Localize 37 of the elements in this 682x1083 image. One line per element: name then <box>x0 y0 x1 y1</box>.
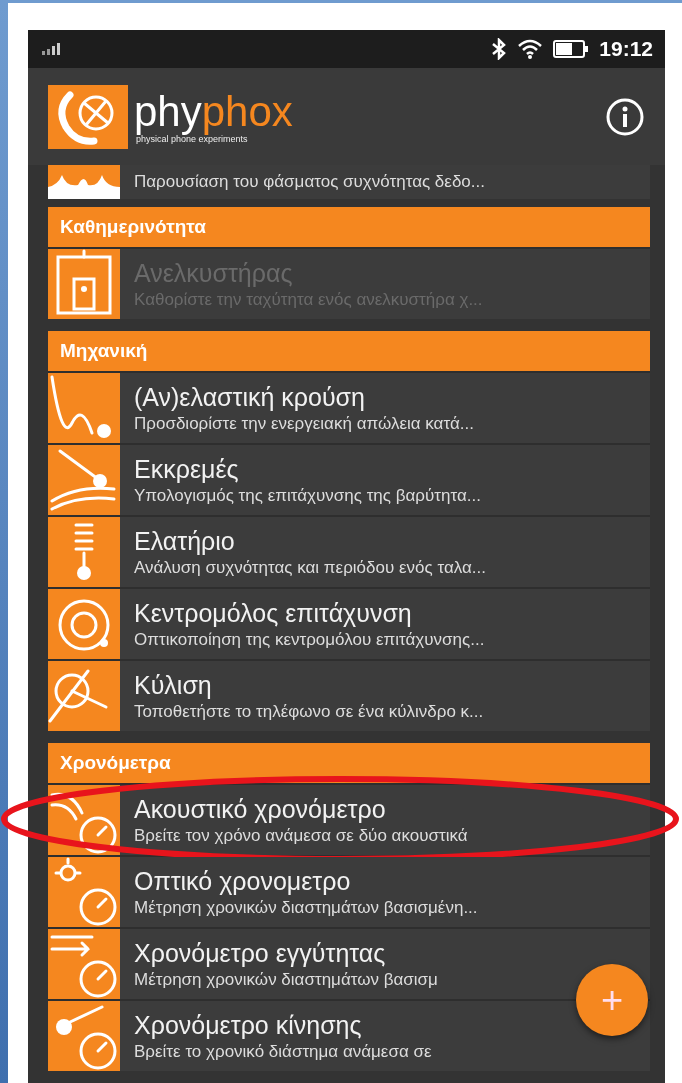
experiment-item[interactable]: Ελατήριο Ανάλυση συχνότητας και περιόδου ενός ταλα... <box>48 517 650 587</box>
bluetooth-icon <box>491 38 508 60</box>
experiment-item[interactable]: Οπτικό χρονομετρο Μέτρηση χρονικών διαστημάτων βασισμένη... <box>48 857 650 927</box>
experiment-icon <box>48 249 120 319</box>
info-icon[interactable] <box>605 96 645 137</box>
experiment-item[interactable]: Ακουστικό χρονόμετρο Βρείτε τον χρόνο ανάμεσα σε δύο ακουστικά <box>48 785 650 855</box>
experiment-icon <box>48 445 120 515</box>
logo-icon <box>48 84 128 149</box>
experiment-item[interactable]: Εκκρεμές Υπολογισμός της επιτάχυνσης της βαρύτητα... <box>48 445 650 515</box>
experiment-description: Βρείτε το χρονικό διάστημα ανάμεσα σε <box>134 1041 432 1062</box>
experiment-icon <box>48 589 120 659</box>
section-header: Μηχανική <box>48 331 650 371</box>
experiment-icon <box>48 661 120 731</box>
experiment-item[interactable]: (Αν)ελαστική κρούση Προσδιορίστε την ενεργειακή απώλεια κατά... <box>48 373 650 443</box>
experiment-description: Μέτρηση χρονικών διαστημάτων βασισμένη... <box>134 897 478 918</box>
experiment-icon <box>48 1001 120 1071</box>
wifi-icon <box>517 38 544 60</box>
battery-icon <box>553 39 590 59</box>
status-time: 19:12 <box>599 37 653 61</box>
experiment-description: Προσδιορίστε την ενεργειακή απώλεια κατά... <box>134 413 474 434</box>
section-header: Καθημερινότητα <box>48 207 650 247</box>
experiment-description: Βρείτε τον χρόνο ανάμεσα σε δύο ακουστικά <box>134 825 468 846</box>
experiment-description: Ανάλυση συχνότητας και περιόδου ενός ταλα... <box>134 557 486 578</box>
experiment-description: Τοποθετήστε το τηλέφωνο σε ένα κύλινδρο κ... <box>134 701 484 722</box>
experiment-icon <box>48 517 120 587</box>
experiment-item[interactable]: Κεντρομόλος επιτάχυνση Οπτικοποίηση της κεντρομόλου επιτάχυνσης... <box>48 589 650 659</box>
experiment-description: Μέτρηση χρονικών διαστημάτων βασισμ <box>134 969 438 990</box>
experiment-description: Υπολογισμός της επιτάχυνσης της βαρύτητα... <box>134 485 481 506</box>
experiment-icon <box>48 857 120 927</box>
experiment-icon <box>48 373 120 443</box>
experiment-icon <box>48 929 120 999</box>
experiment-description: Παρουσίαση του φάσματος συχνότητας δεδο... <box>134 172 485 192</box>
spectrum-icon <box>48 165 120 199</box>
section-header: Χρονόμετρα <box>48 743 650 783</box>
experiment-description: Οπτικοποίηση της κεντρομόλου επιτάχυνσης... <box>134 629 485 650</box>
app-logo-text: phyphox <box>134 89 293 134</box>
experiment-item[interactable]: Κύλιση Τοποθετήστε το τηλέφωνο σε ένα κύλινδρο κ... <box>48 661 650 731</box>
